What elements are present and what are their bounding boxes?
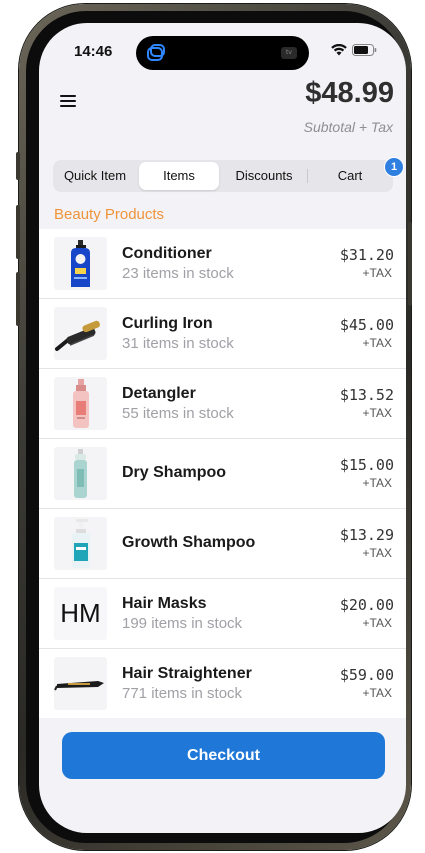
- spray-bottle-icon: [54, 377, 107, 430]
- item-initials-thumbnail: HM: [54, 587, 107, 640]
- list-item[interactable]: Conditioner 23 items in stock $31.20 +TA…: [39, 229, 406, 299]
- item-stock: 199 items in stock: [122, 615, 243, 632]
- item-name: Curling Iron: [122, 315, 213, 332]
- wifi-icon: [331, 44, 347, 56]
- list-item[interactable]: HM Hair Masks 199 items in stock $20.00 …: [39, 579, 406, 649]
- side-button-volume-down: [16, 272, 20, 326]
- item-price: $20.00: [339, 596, 394, 614]
- curling-iron-icon: [54, 307, 107, 360]
- item-stock: 31 items in stock: [122, 335, 234, 352]
- battery-icon: [352, 44, 377, 56]
- item-name: Growth Shampoo: [122, 534, 256, 551]
- item-price: $13.52: [339, 386, 394, 404]
- list-item[interactable]: Detangler 55 items in stock $13.52 +TAX: [39, 369, 406, 439]
- item-price: $31.20: [339, 246, 394, 264]
- subtotal-label: Subtotal + Tax: [303, 119, 393, 135]
- item-name: Dry Shampoo: [122, 464, 227, 481]
- item-initials: HM: [54, 587, 107, 640]
- product-list: Conditioner 23 items in stock $31.20 +TA…: [39, 229, 406, 718]
- tab-segmented-control: Quick Item Items Discounts Cart: [53, 160, 393, 192]
- item-price: $15.00: [339, 456, 394, 474]
- order-total: $48.99: [305, 77, 394, 109]
- item-tax-label: +TAX: [362, 476, 392, 490]
- hair-straightener-icon: [54, 657, 107, 710]
- tab-cart[interactable]: Cart: [309, 162, 391, 190]
- section-title: Beauty Products: [54, 206, 165, 223]
- status-time: 14:46: [74, 43, 113, 60]
- list-item[interactable]: Growth Shampoo $13.29 +TAX: [39, 509, 406, 579]
- item-tax-label: +TAX: [362, 616, 392, 630]
- item-tax-label: +TAX: [362, 546, 392, 560]
- tabs-app-icon: [147, 44, 165, 61]
- item-tax-label: +TAX: [362, 406, 392, 420]
- side-button-volume-up: [16, 205, 20, 259]
- menu-icon[interactable]: [60, 95, 76, 107]
- item-stock: 55 items in stock: [122, 405, 234, 422]
- item-tax-label: +TAX: [362, 336, 392, 350]
- list-item[interactable]: Curling Iron 31 items in stock $45.00 +T…: [39, 299, 406, 369]
- tab-quick-item[interactable]: Quick Item: [55, 162, 135, 190]
- dynamic-island: tv: [136, 36, 309, 70]
- item-name: Conditioner: [122, 245, 212, 262]
- item-name: Hair Straightener: [122, 665, 252, 682]
- item-price: $13.29: [339, 526, 394, 544]
- list-item[interactable]: Dry Shampoo $15.00 +TAX: [39, 439, 406, 509]
- checkout-button[interactable]: Checkout: [62, 732, 385, 779]
- tab-items[interactable]: Items: [139, 162, 219, 190]
- tab-separator: [307, 169, 308, 183]
- dry-shampoo-can-icon: [54, 447, 107, 500]
- side-button-power: [408, 222, 412, 306]
- app-screen: 14:46 tv $48.99 Subtotal + Tax Quick Ite…: [39, 23, 406, 833]
- pump-bottle-icon: [54, 517, 107, 570]
- item-name: Hair Masks: [122, 595, 207, 612]
- side-button-action: [16, 152, 20, 180]
- item-stock: 23 items in stock: [122, 265, 234, 282]
- item-price: $45.00: [339, 316, 394, 334]
- status-bar: 14:46 tv: [39, 23, 406, 75]
- item-price: $59.00: [339, 666, 394, 684]
- item-name: Detangler: [122, 385, 196, 402]
- item-stock: 771 items in stock: [122, 685, 243, 702]
- tv-icon: tv: [281, 47, 297, 59]
- item-tax-label: +TAX: [362, 266, 392, 280]
- list-item[interactable]: Hair Straightener 771 items in stock $59…: [39, 649, 406, 718]
- tab-discounts[interactable]: Discounts: [223, 162, 305, 190]
- cart-count-badge: 1: [384, 157, 404, 177]
- conditioner-bottle-icon: [54, 237, 107, 290]
- item-tax-label: +TAX: [362, 686, 392, 700]
